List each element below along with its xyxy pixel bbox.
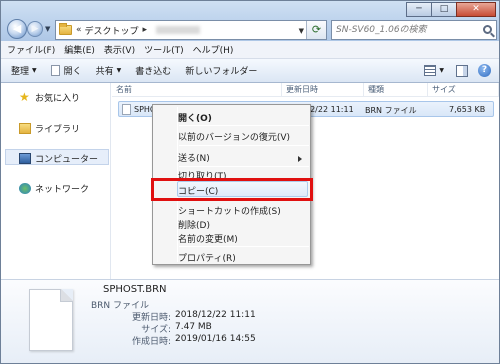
library-icon xyxy=(19,123,31,134)
menu-item-open[interactable]: 開く(O) xyxy=(178,111,212,124)
burn-label: 書き込む xyxy=(135,67,172,77)
close-button[interactable]: ✕ xyxy=(456,2,496,17)
breadcrumb-blurred-folder[interactable] xyxy=(156,26,201,34)
file-icon xyxy=(122,104,131,115)
chevron-down-icon: ▼ xyxy=(32,67,37,74)
breadcrumb-desktop[interactable]: デスクトップ xyxy=(85,24,139,37)
submenu-arrow-icon xyxy=(298,156,302,162)
preview-pane-icon[interactable] xyxy=(456,64,468,77)
star-icon: ★ xyxy=(19,90,30,104)
menu-edit[interactable]: 編集(E) xyxy=(64,43,95,56)
nav-computer-label: コンピューター xyxy=(35,155,99,165)
menu-separator xyxy=(179,246,309,247)
breadcrumb-overflow[interactable]: « xyxy=(76,25,82,35)
column-header: 名前 更新日時 種類 サイズ xyxy=(112,83,499,97)
file-type: BRN ファイル xyxy=(365,106,417,115)
column-type[interactable]: 種類 xyxy=(364,83,428,96)
explorer-window: ─ □ ✕ ◀ ▶ ▼ « デスクトップ ▸ ▼ ⟳ SN-SV60_1.06の… xyxy=(0,0,500,364)
computer-icon xyxy=(19,153,31,164)
search-placeholder: SN-SV60_1.06の検索 xyxy=(336,25,427,35)
share-button[interactable]: 共有 ▼ xyxy=(96,64,122,77)
menu-item-restore-previous[interactable]: 以前のバージョンの復元(V) xyxy=(178,130,290,143)
nav-network-label: ネットワーク xyxy=(35,185,90,195)
share-label: 共有 xyxy=(95,67,114,77)
nav-favorites[interactable]: ★ お気に入り xyxy=(19,91,80,104)
recent-pages-dropdown[interactable]: ▼ xyxy=(45,25,53,35)
details-size-value: 7.47 MB xyxy=(175,322,212,332)
menu-separator xyxy=(179,166,309,167)
navigation-pane: ★ お気に入り ライブラリ コンピューター ネットワーク xyxy=(1,83,111,279)
nav-network[interactable]: ネットワーク xyxy=(19,182,89,195)
window-controls: ─ □ ✕ xyxy=(406,2,496,17)
title-bar: ─ □ ✕ ◀ ▶ ▼ « デスクトップ ▸ ▼ ⟳ SN-SV60_1.06の… xyxy=(1,1,499,41)
details-pane: SPHOST.BRN BRN ファイル 更新日時: 2018/12/22 11:… xyxy=(1,279,499,363)
details-created-value: 2019/01/16 14:55 xyxy=(175,334,256,344)
menu-file[interactable]: ファイル(F) xyxy=(7,43,55,56)
address-bar[interactable]: « デスクトップ ▸ ▼ ⟳ xyxy=(55,20,327,40)
breadcrumb-separator[interactable]: ▸ xyxy=(143,25,148,35)
view-dropdown-icon[interactable]: ▼ xyxy=(439,67,444,74)
folder-icon xyxy=(59,23,72,35)
menu-help[interactable]: ヘルプ(H) xyxy=(193,43,234,56)
file-size: 7,653 KB xyxy=(449,105,486,114)
menu-item-create-shortcut[interactable]: ショートカットの作成(S) xyxy=(178,204,281,217)
view-controls: ▼ ? xyxy=(424,64,491,77)
open-label: 開く xyxy=(63,67,82,77)
chevron-down-icon: ▼ xyxy=(116,67,122,74)
network-icon xyxy=(19,183,31,194)
menu-separator xyxy=(179,145,309,146)
view-icon[interactable] xyxy=(424,65,437,76)
nav-favorites-label: お気に入り xyxy=(35,94,81,104)
column-modified[interactable]: 更新日時 xyxy=(282,83,364,96)
maximize-button[interactable]: □ xyxy=(431,2,457,17)
menu-item-properties[interactable]: プロパティ(R) xyxy=(178,251,236,264)
menu-view[interactable]: 表示(V) xyxy=(104,43,135,56)
menu-tools[interactable]: ツール(T) xyxy=(144,43,184,56)
new-folder-label: 新しいフォルダー xyxy=(185,67,258,77)
open-button[interactable]: 開く xyxy=(50,64,82,77)
nav-libraries-label: ライブラリ xyxy=(35,125,81,135)
nav-libraries[interactable]: ライブラリ xyxy=(19,122,80,135)
large-file-icon xyxy=(29,289,73,351)
column-name[interactable]: 名前 xyxy=(112,83,282,96)
search-icon[interactable] xyxy=(483,25,492,34)
copy-highlight-box xyxy=(151,178,313,201)
document-icon xyxy=(50,65,60,76)
organize-button[interactable]: 整理 ▼ xyxy=(11,64,37,77)
back-button[interactable]: ◀ xyxy=(7,19,27,39)
column-size[interactable]: サイズ xyxy=(428,83,499,96)
file-modified: 12/22 11:11 xyxy=(305,105,354,114)
nav-computer[interactable]: コンピューター xyxy=(19,152,98,165)
menu-separator xyxy=(179,125,309,126)
help-icon[interactable]: ? xyxy=(478,64,491,77)
address-dropdown-icon[interactable]: ▼ xyxy=(299,27,304,35)
menu-item-delete[interactable]: 削除(D) xyxy=(178,218,210,231)
search-input[interactable]: SN-SV60_1.06の検索 xyxy=(331,20,497,40)
menu-item-rename[interactable]: 名前の変更(M) xyxy=(178,232,238,245)
burn-button[interactable]: 書き込む xyxy=(135,64,171,77)
forward-button[interactable]: ▶ xyxy=(27,21,43,37)
minimize-button[interactable]: ─ xyxy=(406,2,432,17)
details-created-label: 作成日時: xyxy=(131,337,171,347)
menu-item-send-to[interactable]: 送る(N) xyxy=(178,151,210,164)
refresh-button[interactable]: ⟳ xyxy=(306,21,326,39)
organize-label: 整理 xyxy=(11,67,30,77)
command-bar: 整理 ▼ 開く 共有 ▼ 書き込む 新しいフォルダー ▼ ? xyxy=(1,59,499,83)
details-modified-value: 2018/12/22 11:11 xyxy=(175,310,256,320)
details-filename: SPHOST.BRN xyxy=(103,284,167,295)
menu-bar: ファイル(F) 編集(E) 表示(V) ツール(T) ヘルプ(H) xyxy=(1,41,499,59)
new-folder-button[interactable]: 新しいフォルダー xyxy=(185,64,257,77)
